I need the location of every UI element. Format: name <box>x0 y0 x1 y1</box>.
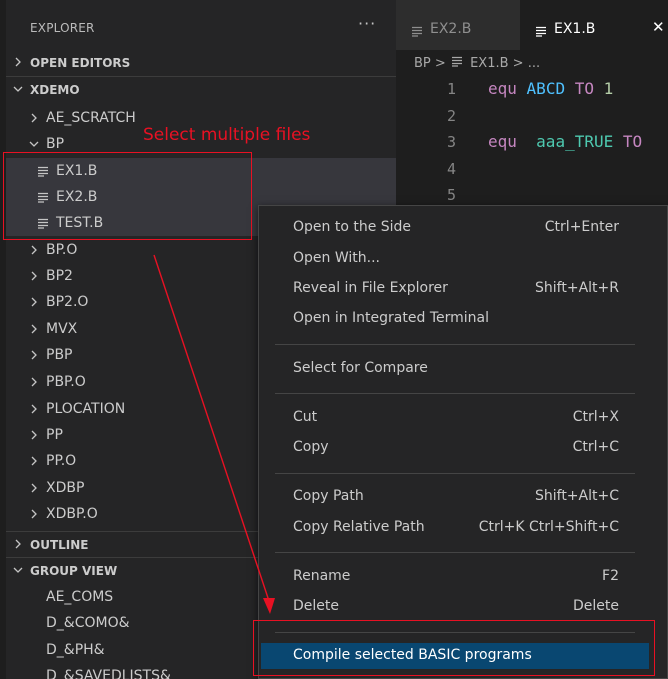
annotation-arrow <box>153 254 275 614</box>
